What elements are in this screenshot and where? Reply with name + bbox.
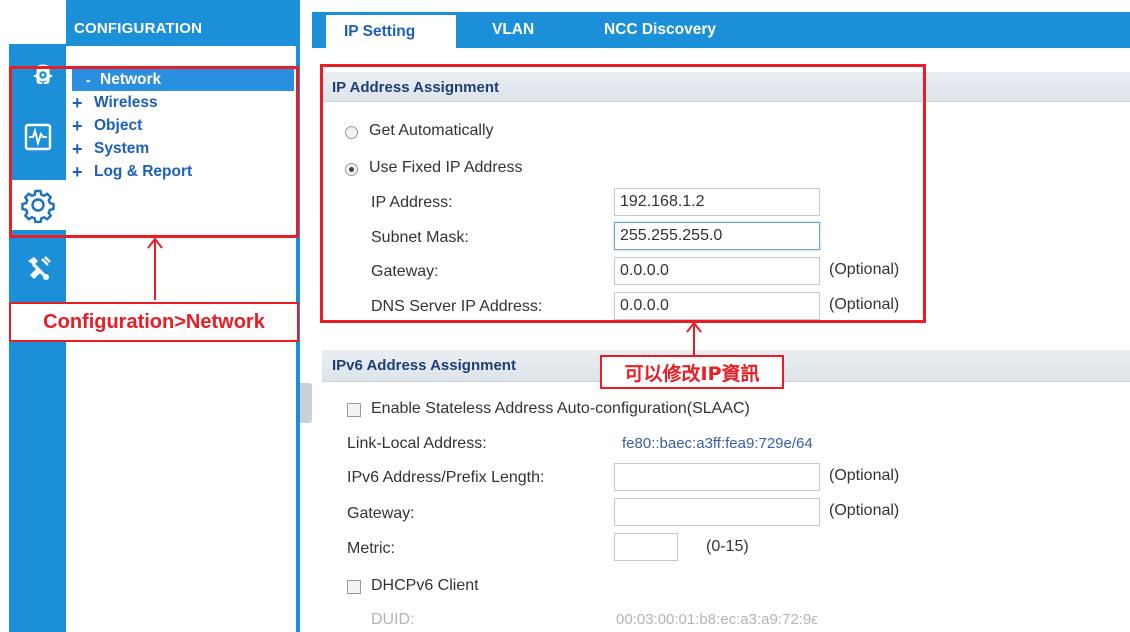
section-title: IPv6 Address Assignment	[332, 357, 516, 374]
rail-maintenance-button[interactable]	[9, 244, 66, 294]
rail-top-spacer	[9, 0, 66, 44]
tab-bar: IP Setting VLAN NCC Discovery	[312, 12, 1130, 48]
ipv6-prefix-optional-hint: (Optional)	[829, 467, 900, 484]
tab-ncc-discovery[interactable]: NCC Discovery	[604, 12, 716, 48]
tab-vlan[interactable]: VLAN	[492, 12, 534, 48]
panel-title: CONFIGURATION	[74, 20, 203, 37]
tab-ip-setting[interactable]: IP Setting	[326, 12, 456, 48]
link-local-value: fe80::baec:a3ff:fea9:729e/64	[622, 435, 813, 452]
maintenance-icon	[22, 253, 54, 285]
configuration-network-annotation: Configuration>Network	[9, 302, 299, 342]
slaac-checkbox[interactable]	[347, 403, 361, 417]
ipv4-arrow-icon	[686, 321, 702, 355]
menu-arrow-icon	[147, 237, 163, 300]
duid-value: 00:03:00:01:b8:ec:a3:a9:72:9ϵ	[616, 611, 818, 628]
ipv6-gateway-label: Gateway:	[347, 505, 415, 522]
dhcpv6-client-label: DHCPv6 Client	[371, 577, 479, 594]
link-local-label: Link-Local Address:	[347, 435, 487, 452]
metric-range-hint: (0-15)	[706, 538, 749, 555]
duid-label: DUID:	[371, 611, 415, 628]
ipv6-gateway-optional-hint: (Optional)	[829, 502, 900, 519]
metric-input[interactable]	[614, 533, 678, 561]
panel-collapse-handle[interactable]	[300, 383, 312, 423]
ipv6-prefix-input[interactable]	[614, 463, 820, 491]
metric-label: Metric:	[347, 540, 395, 557]
menu-highlight-box	[9, 66, 299, 238]
modify-ip-annotation: 可以修改IP資訊	[600, 355, 784, 389]
ipv6-prefix-label: IPv6 Address/Prefix Length:	[347, 469, 545, 486]
ipv6-gateway-input[interactable]	[614, 498, 820, 526]
dhcpv6-client-checkbox[interactable]	[347, 580, 361, 594]
ipv4-highlight-box	[320, 64, 926, 323]
slaac-label: Enable Stateless Address Auto-configurat…	[371, 400, 750, 417]
